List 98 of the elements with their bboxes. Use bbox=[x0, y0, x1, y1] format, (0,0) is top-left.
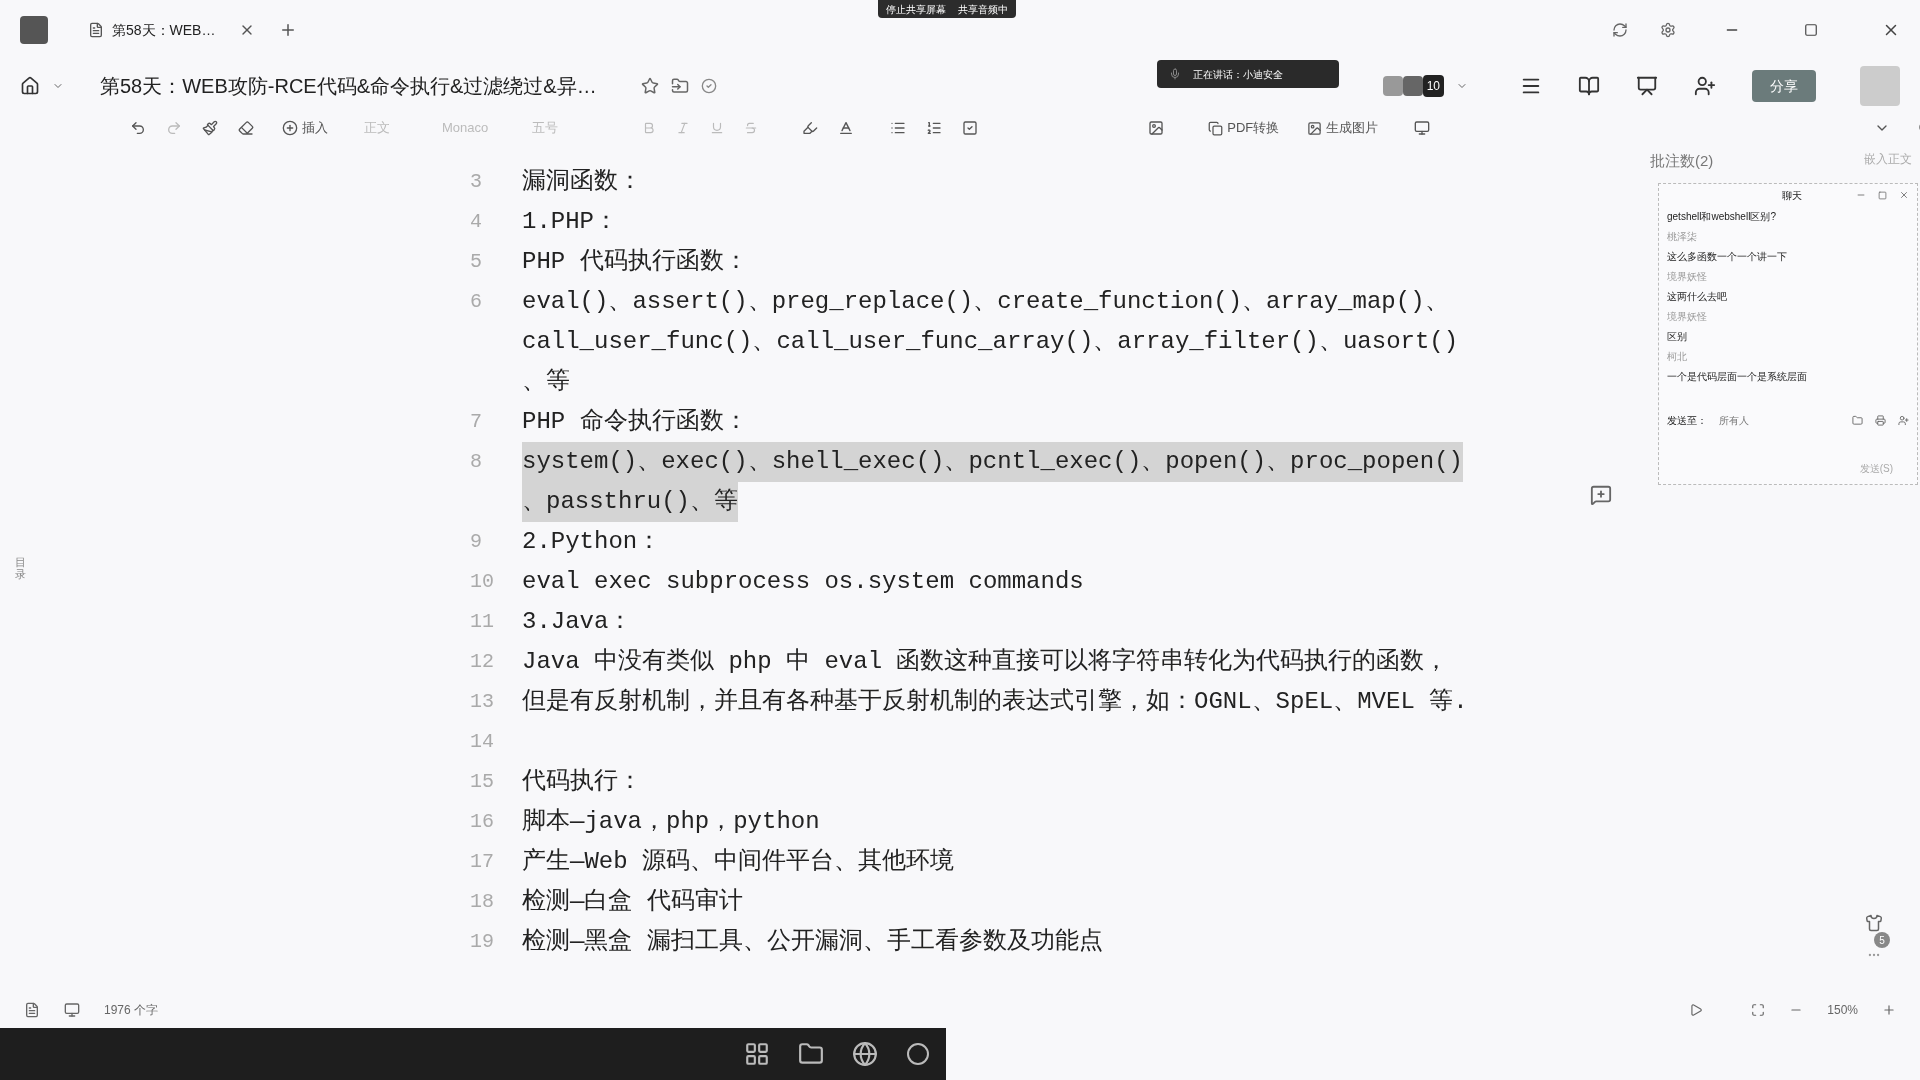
chat-message: 区别 bbox=[1667, 329, 1688, 344]
monitor-icon[interactable] bbox=[1414, 120, 1431, 136]
line-number: 9 bbox=[470, 529, 483, 555]
settings-icon[interactable] bbox=[1660, 22, 1676, 38]
document-text: eval()、assert()、preg_replace()、create_function()、array_map()、 bbox=[522, 287, 1449, 317]
document-text: PHP 命令执行函数： bbox=[522, 407, 748, 437]
document-text: 检测—白盒 代码审计 bbox=[522, 887, 743, 917]
chat-sender-name: 桃泽柒 bbox=[1667, 229, 1698, 244]
folder-icon[interactable] bbox=[670, 77, 689, 95]
highlighter-icon[interactable] bbox=[802, 120, 819, 136]
document-title: 第58天：WEB攻防-RCE代码&命令执行&过滤绕过&异… bbox=[100, 74, 597, 99]
share-button[interactable]: 分享 bbox=[1752, 70, 1816, 102]
line-number: 7 bbox=[470, 409, 483, 435]
line-number: 5 bbox=[470, 249, 483, 275]
line-number: 17 bbox=[470, 849, 495, 875]
notification-badge: 5 bbox=[1874, 932, 1890, 948]
document-icon bbox=[88, 22, 104, 38]
generate-image-button[interactable]: 生成图片 bbox=[1307, 118, 1379, 138]
document-text: 3.Java： bbox=[522, 607, 633, 637]
line-number: 16 bbox=[470, 809, 495, 835]
bullet-list-icon[interactable] bbox=[890, 120, 907, 136]
circle-app-icon[interactable] bbox=[906, 1042, 930, 1066]
eraser-icon[interactable] bbox=[238, 120, 254, 136]
undo-icon[interactable] bbox=[130, 120, 146, 136]
play-icon[interactable] bbox=[1689, 1003, 1704, 1017]
presentation-icon[interactable] bbox=[1636, 75, 1658, 97]
document-text: Java 中没有类似 php 中 eval 函数这种直接可以将字符串转化为代码执行的函数， bbox=[522, 646, 1449, 677]
line-number: 18 bbox=[470, 889, 495, 915]
fullscreen-icon[interactable] bbox=[1751, 1003, 1766, 1017]
pdf-convert-button[interactable]: PDF转换 bbox=[1208, 118, 1280, 138]
chat-message: 一个是代码层面一个是系统层面 bbox=[1667, 369, 1808, 384]
browser-icon[interactable] bbox=[852, 1041, 878, 1067]
zoom-level: 150% bbox=[1827, 1002, 1858, 1019]
insert-button[interactable]: 插入 bbox=[282, 118, 328, 138]
line-number: 15 bbox=[470, 769, 495, 795]
star-icon[interactable] bbox=[640, 77, 659, 95]
saved-status-icon bbox=[700, 78, 717, 94]
chat-message: getshell和webshell区别? bbox=[1667, 209, 1777, 224]
line-number: 11 bbox=[470, 609, 495, 635]
microphone-icon bbox=[1168, 68, 1181, 80]
document-text: 脚本—java，php，python bbox=[522, 807, 820, 837]
recipient-dropdown[interactable]: 所有人 bbox=[1719, 412, 1749, 428]
word-count[interactable]: 1976 个字 bbox=[104, 1001, 159, 1019]
chat-title: 聊天 bbox=[1781, 188, 1802, 203]
document-text: 检测—黑盒 漏扫工具、公开漏洞、手工看参数及功能点 bbox=[522, 927, 1103, 957]
numbered-list-icon[interactable] bbox=[926, 120, 943, 136]
document-text: call_user_func()、call_user_func_array()、array_filter()、uasort() bbox=[522, 327, 1459, 357]
folder-icon[interactable] bbox=[798, 1041, 824, 1067]
chat-sender-name: 境界妖怪 bbox=[1667, 309, 1708, 324]
document-text: 、passthru()、等 bbox=[522, 482, 739, 522]
document-text: 产生—Web 源码、中间件平台、其他环境 bbox=[522, 847, 954, 877]
shirt-icon[interactable] bbox=[1865, 914, 1883, 932]
line-number: 13 bbox=[470, 689, 495, 715]
speaking-text: 正在讲话：小迪安全 bbox=[1192, 67, 1283, 82]
font-color-icon[interactable] bbox=[838, 120, 855, 136]
checklist-icon[interactable] bbox=[962, 120, 979, 136]
document-text: 2.Python： bbox=[522, 527, 662, 557]
line-number: 8 bbox=[470, 449, 483, 475]
chat-sender-name: 境界妖怪 bbox=[1667, 269, 1708, 284]
maximize-icon[interactable] bbox=[1804, 23, 1818, 37]
line-number: 12 bbox=[470, 649, 495, 675]
stop-share-text[interactable]: 停止共享屏幕 bbox=[886, 1, 946, 17]
document-text: 但是有反射机制，并且有各种基于反射机制的表达式引擎，如：OGNL、SpEL、MVEL 等. bbox=[522, 687, 1468, 717]
line-number: 6 bbox=[470, 289, 483, 315]
home-icon[interactable] bbox=[20, 76, 40, 96]
document-text: 、等 bbox=[522, 367, 570, 397]
page-view-icon[interactable] bbox=[64, 1002, 80, 1018]
line-number: 4 bbox=[470, 209, 483, 235]
send-to-label: 发送至： bbox=[1667, 413, 1707, 428]
line-number: 10 bbox=[470, 569, 495, 595]
collaborator-icon[interactable] bbox=[1694, 75, 1716, 97]
line-number: 14 bbox=[470, 729, 495, 755]
picture-icon bbox=[1307, 120, 1323, 136]
chat-message: 这么多函数一个一个讲一下 bbox=[1667, 249, 1788, 264]
user-icon[interactable] bbox=[1898, 414, 1909, 426]
refresh-icon[interactable] bbox=[1612, 22, 1628, 38]
start-grid-icon[interactable] bbox=[744, 1041, 770, 1067]
document-text: 漏洞函数： bbox=[522, 167, 642, 197]
comment-count: 批注数(2) bbox=[1650, 151, 1714, 171]
document-text: system()、exec()、shell_exec()、pcntl_exec()、popen()、proc_popen() bbox=[522, 442, 1463, 482]
audio-share-text: 共享音频中 bbox=[958, 2, 1008, 17]
document-text: 1.PHP： bbox=[522, 207, 618, 237]
table-of-contents-tab[interactable]: 目录 bbox=[14, 555, 26, 581]
line-number: 3 bbox=[470, 169, 483, 195]
format-painter-icon[interactable] bbox=[202, 120, 218, 136]
document-tab[interactable]: 第58天：WEB… bbox=[80, 10, 264, 50]
copy-icon bbox=[1208, 120, 1224, 136]
document-text: eval exec subprocess os.system commands bbox=[522, 567, 1084, 597]
document-text: 代码执行： bbox=[522, 767, 642, 797]
document-text: PHP 代码执行函数： bbox=[522, 247, 748, 277]
line-number: 19 bbox=[470, 929, 495, 955]
participant-count[interactable]: 10 bbox=[1422, 75, 1444, 97]
add-comment-icon[interactable] bbox=[1590, 484, 1612, 506]
chat-message: 这两什么去吧 bbox=[1667, 289, 1728, 304]
plus-icon bbox=[282, 120, 298, 136]
outline-icon[interactable] bbox=[24, 1002, 40, 1018]
image-icon[interactable] bbox=[1148, 120, 1165, 136]
chat-sender-name: 柯北 bbox=[1667, 349, 1688, 364]
